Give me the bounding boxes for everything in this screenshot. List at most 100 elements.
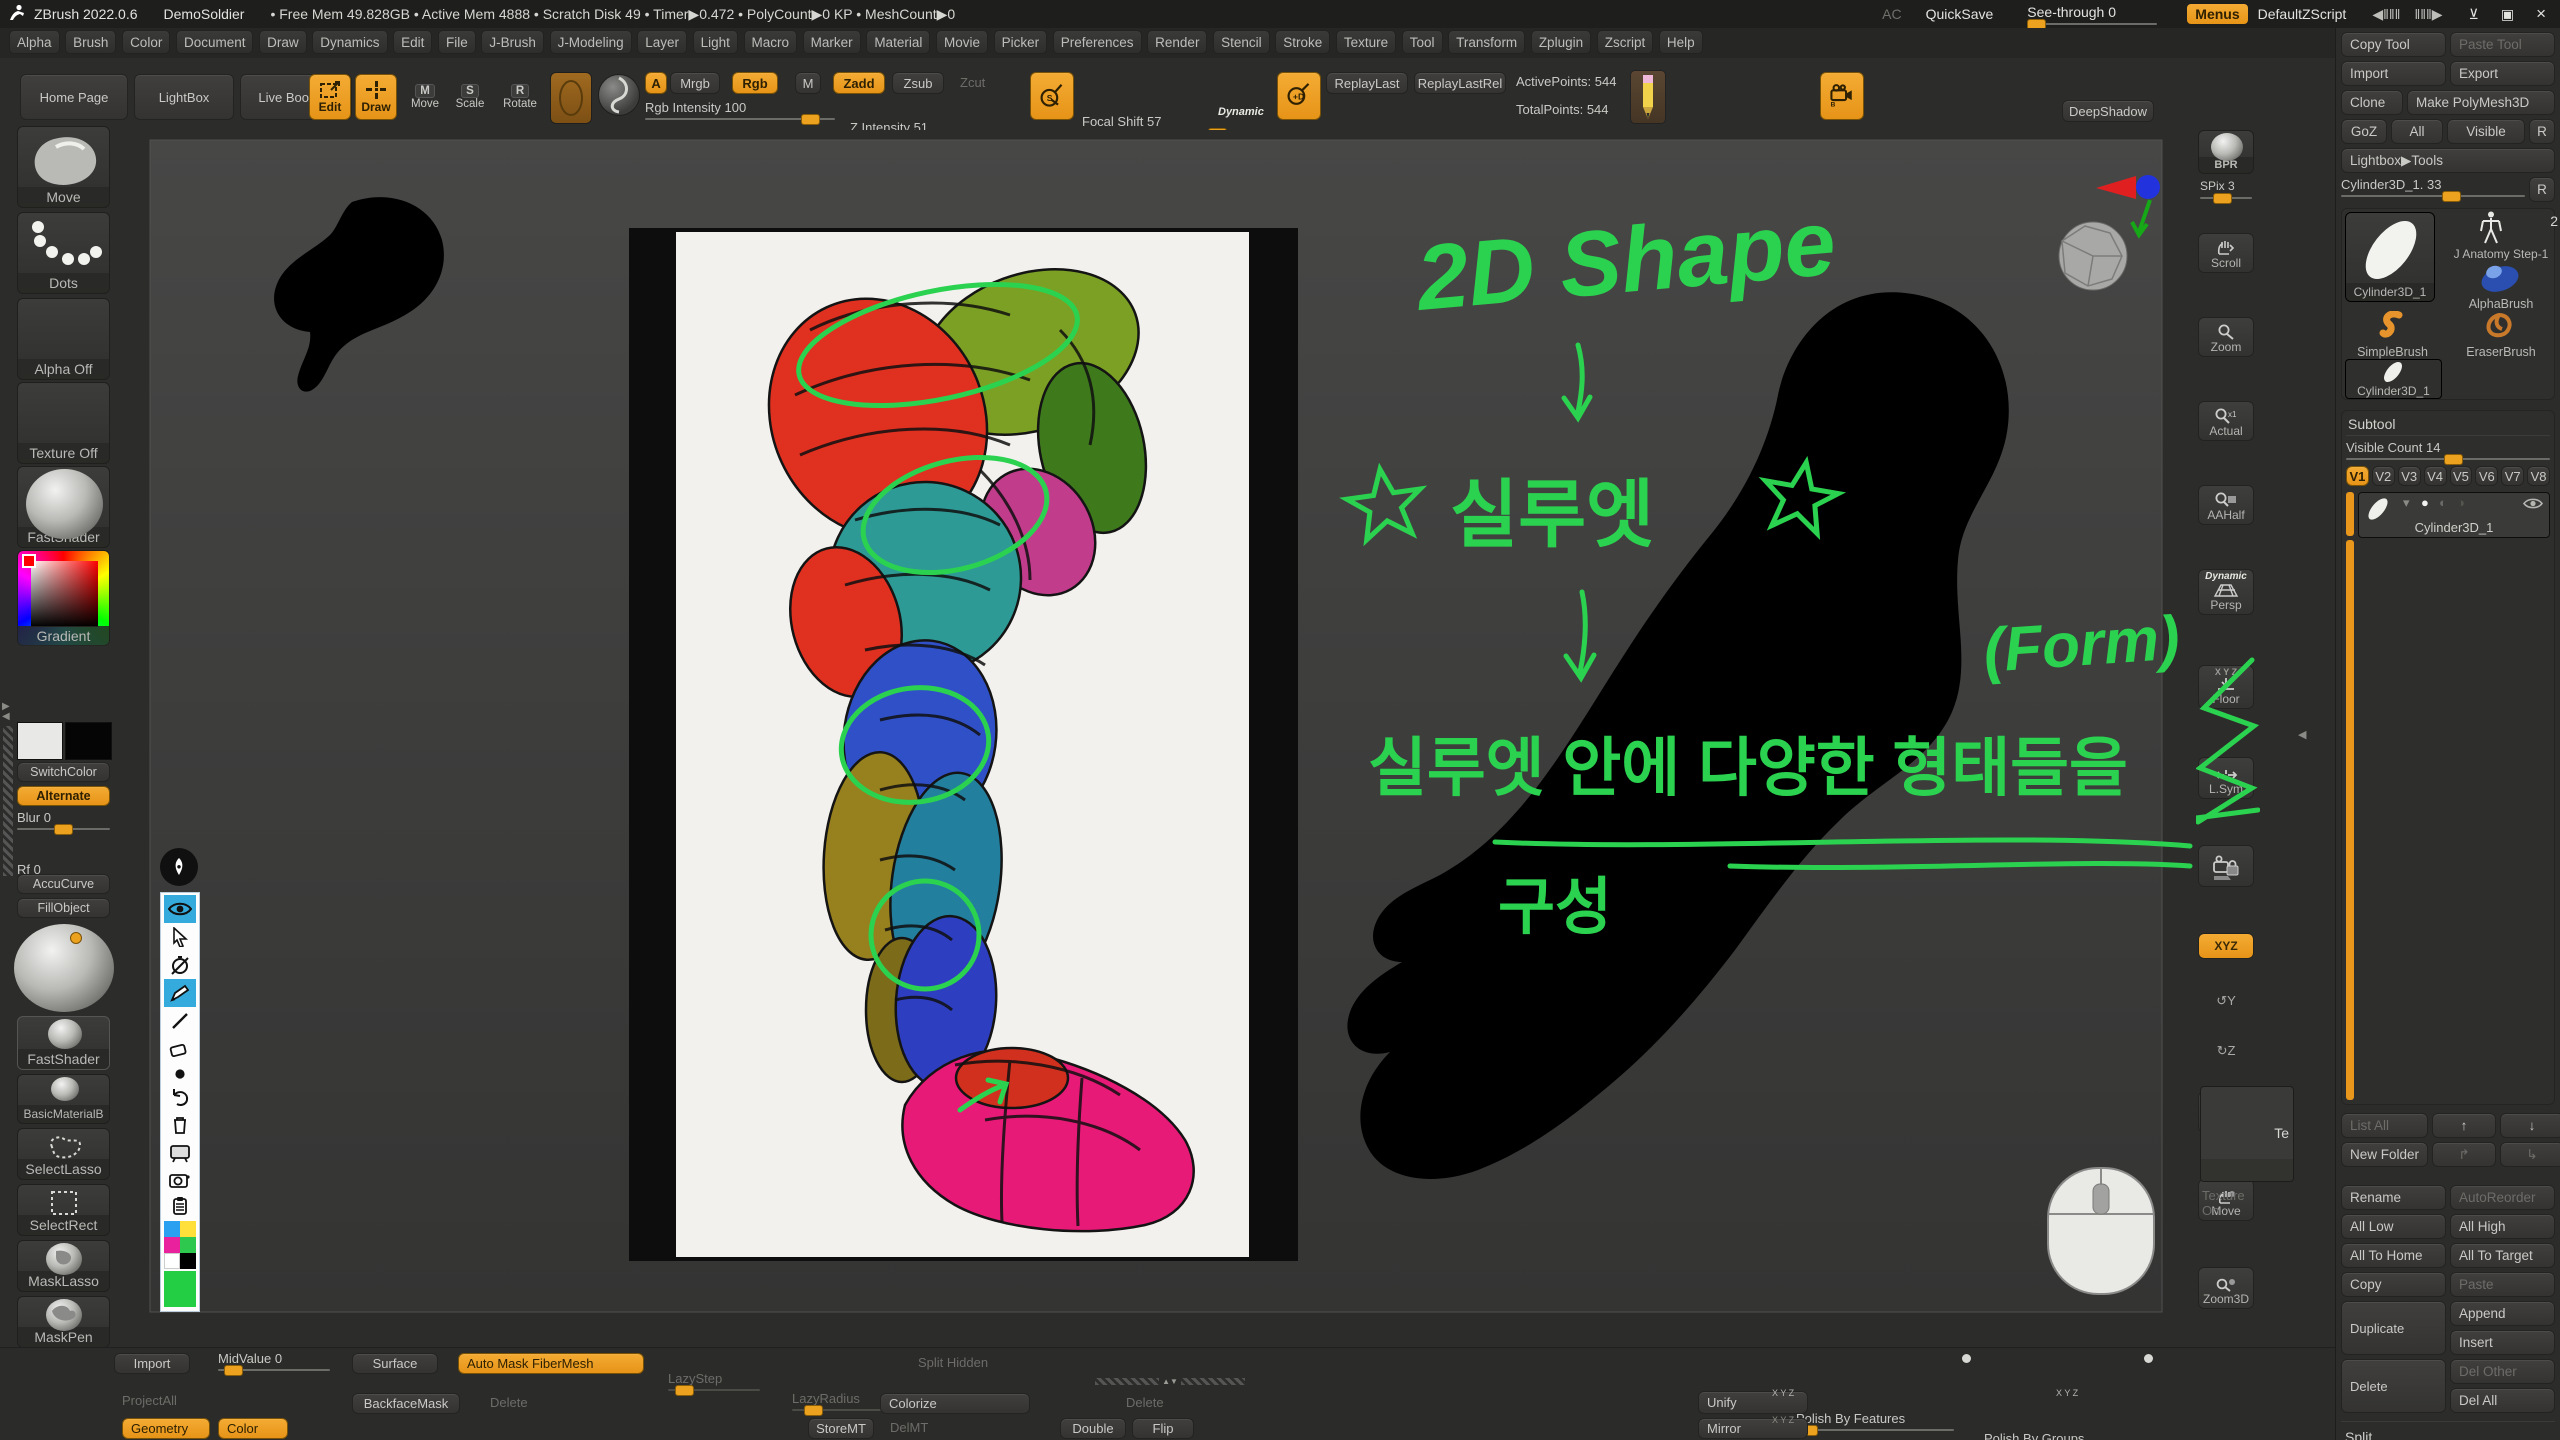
swatch-green[interactable] [180,1237,196,1253]
home-page-button[interactable]: Home Page [20,74,128,120]
mrgb-button[interactable]: Mrgb [670,72,720,94]
brush-thumbnail[interactable]: Move [17,126,110,208]
copy-tool-button[interactable]: Copy Tool [2341,32,2446,57]
menu-picker[interactable]: Picker [994,30,1048,54]
mirror-xyz-label[interactable]: X Y Z [1772,1415,1794,1425]
swatch-yellow[interactable] [180,1221,196,1237]
menu-jmodeling[interactable]: J-Modeling [550,30,632,54]
insert-button[interactable]: Insert [2450,1330,2555,1355]
zsub-button[interactable]: Zsub [892,72,944,94]
move-in-button[interactable]: ↳ [2500,1142,2560,1167]
timer-off-icon[interactable] [164,951,196,979]
eye-icon[interactable] [164,895,196,923]
menu-light[interactable]: Light [693,30,738,54]
pen-icon[interactable] [164,979,196,1007]
paste-button[interactable]: Paste [2450,1272,2555,1297]
tool-r-button[interactable]: R [2529,177,2555,202]
switch-color-button[interactable]: SwitchColor [17,762,110,782]
swatch-blue[interactable] [164,1221,180,1237]
lightbox-button[interactable]: LightBox [134,74,234,120]
move-down-button[interactable]: ↓ [2500,1113,2560,1138]
menu-alpha[interactable]: Alpha [9,30,60,54]
menu-zplugin[interactable]: Zplugin [1531,30,1591,54]
subtool-tab-v3[interactable]: V3 [2398,466,2421,486]
delete-texture-button[interactable]: Delete [1126,1395,1164,1410]
brush-slot-maskpen[interactable]: MaskPen [17,1296,110,1348]
alphabrush-tool[interactable]: AlphaBrush [2442,261,2560,309]
gravity-pencil-icon[interactable] [1630,70,1666,124]
brush-slot-selectrect[interactable]: SelectRect [17,1184,110,1236]
new-folder-button[interactable]: New Folder [2341,1142,2428,1167]
camera-lock-button[interactable] [2198,845,2254,887]
zcut-button[interactable]: Zcut [960,75,985,90]
material-thumbnail[interactable]: FastShader [17,466,110,548]
inflate-xyz-label[interactable]: X Y Z [2056,1388,2078,1398]
menu-jbrush[interactable]: J-Brush [481,30,544,54]
subtool-scrollbar-track[interactable] [2346,540,2354,1100]
surface-button[interactable]: Surface [352,1353,438,1374]
make-polymesh3d-button[interactable]: Make PolyMesh3D [2407,90,2555,115]
rotate-button[interactable]: R Rotate [500,74,540,120]
replay-last-button[interactable]: ReplayLast [1326,72,1408,94]
all-to-home-button[interactable]: All To Home [2341,1243,2446,1268]
polish-features-toggle[interactable] [1962,1354,1971,1363]
bpr-button[interactable]: BPR [2198,130,2254,174]
move-out-button[interactable]: ↱ [2432,1142,2496,1167]
polish-groups-toggle[interactable] [2144,1354,2153,1363]
rgb-intensity-slider[interactable]: Rgb Intensity 100 [645,100,835,120]
menu-tool[interactable]: Tool [1402,30,1443,54]
zscript-button[interactable]: DefaultZScript [2258,6,2347,22]
whiteboard-icon[interactable] [164,1139,196,1167]
all-high-button[interactable]: All High [2450,1214,2555,1239]
menu-texture[interactable]: Texture [1336,30,1396,54]
alternate-button[interactable]: Alternate [17,786,110,806]
export-button[interactable]: Export [2450,61,2555,86]
visibility-eye-icon[interactable] [2523,497,2543,510]
active-tool-thumbnail[interactable]: Cylinder3D_1 [2345,212,2435,302]
goz-r-button[interactable]: R [2529,119,2555,144]
deep-shadow-button[interactable]: DeepShadow [2062,100,2154,122]
copy-button[interactable]: Copy [2341,1272,2446,1297]
subtool-header[interactable]: Subtool [2346,415,2550,436]
close-icon[interactable]: × [2536,4,2546,24]
main-color-swatch[interactable] [17,722,63,760]
duplicate-button[interactable]: Duplicate [2341,1301,2446,1355]
menu-transform[interactable]: Transform [1448,30,1525,54]
menu-material[interactable]: Material [866,30,930,54]
subtool-tab-v8[interactable]: V8 [2527,466,2550,486]
color-button[interactable]: Color [218,1418,288,1439]
y-rotation-button[interactable]: ↺Y [2206,989,2246,1013]
menu-render[interactable]: Render [1147,30,1207,54]
menu-macro[interactable]: Macro [744,30,798,54]
geometry-button[interactable]: Geometry [122,1418,210,1439]
material-slot-basicmaterial[interactable]: BasicMaterialB [17,1074,110,1124]
subtool-tab-v6[interactable]: V6 [2475,466,2498,486]
polypaint-dark-icon[interactable]: ◑ [2457,495,2465,510]
split-section[interactable]: Split [2341,1421,2555,1440]
document-canvas[interactable]: 2D Shape 실루엣 (Form) 실루엣 안에 다양한 형태들을 구성 [120,130,2196,1347]
cursor-icon[interactable] [164,923,196,951]
menus-button[interactable]: Menus [2187,4,2247,24]
split-hidden-button[interactable]: Split Hidden [918,1355,988,1370]
all-to-target-button[interactable]: All To Target [2450,1243,2555,1268]
alpha-thumbnail[interactable]: Alpha Off [17,298,110,380]
trash-icon[interactable] [164,1111,196,1139]
accucurve-button[interactable]: AccuCurve [17,874,110,894]
delmt-button[interactable]: DelMT [890,1420,928,1435]
eraserbrush-tool[interactable]: EraserBrush [2442,311,2560,357]
zadd-button[interactable]: Zadd [833,72,885,94]
menu-dynamics[interactable]: Dynamics [312,30,387,54]
replay-icon-button[interactable]: +D [1277,72,1321,120]
flip-button[interactable]: Flip [1132,1418,1194,1439]
goz-visible-button[interactable]: Visible [2447,119,2525,144]
polish-groups-slider[interactable]: Polish By Groups [1984,1431,2136,1440]
scroll-button[interactable]: Scroll [2198,233,2254,273]
subtool-expand-icon[interactable]: ▾ [2403,495,2410,511]
subtool-tab-v7[interactable]: V7 [2501,466,2524,486]
storemt-button[interactable]: StoreMT [808,1418,874,1439]
zoom-button[interactable]: Zoom [2198,317,2254,357]
actual-button[interactable]: x1 Actual [2198,401,2254,441]
menu-document[interactable]: Document [176,30,254,54]
panel-collapse-right-icon[interactable]: ǁǁǁ▶ [2414,6,2442,23]
current-brush-thumbnail[interactable] [550,72,592,124]
